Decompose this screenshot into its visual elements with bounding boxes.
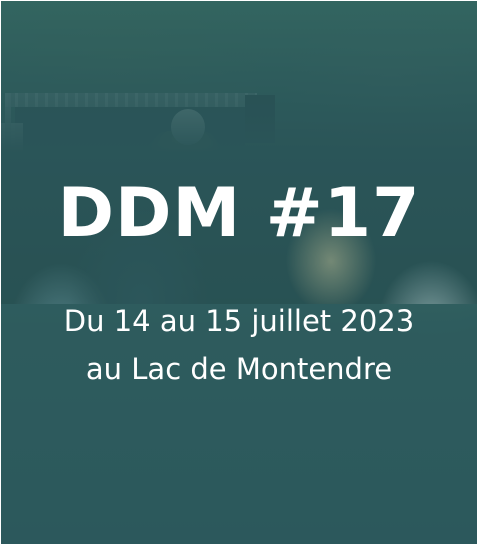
event-dates: Du 14 au 15 juillet 2023: [63, 304, 415, 338]
event-banner: DDM #17 Du 14 au 15 juillet 2023 au Lac …: [1, 1, 477, 544]
event-location: au Lac de Montendre: [85, 352, 393, 386]
event-title: DDM #17: [57, 174, 421, 253]
color-overlay: [1, 1, 477, 544]
